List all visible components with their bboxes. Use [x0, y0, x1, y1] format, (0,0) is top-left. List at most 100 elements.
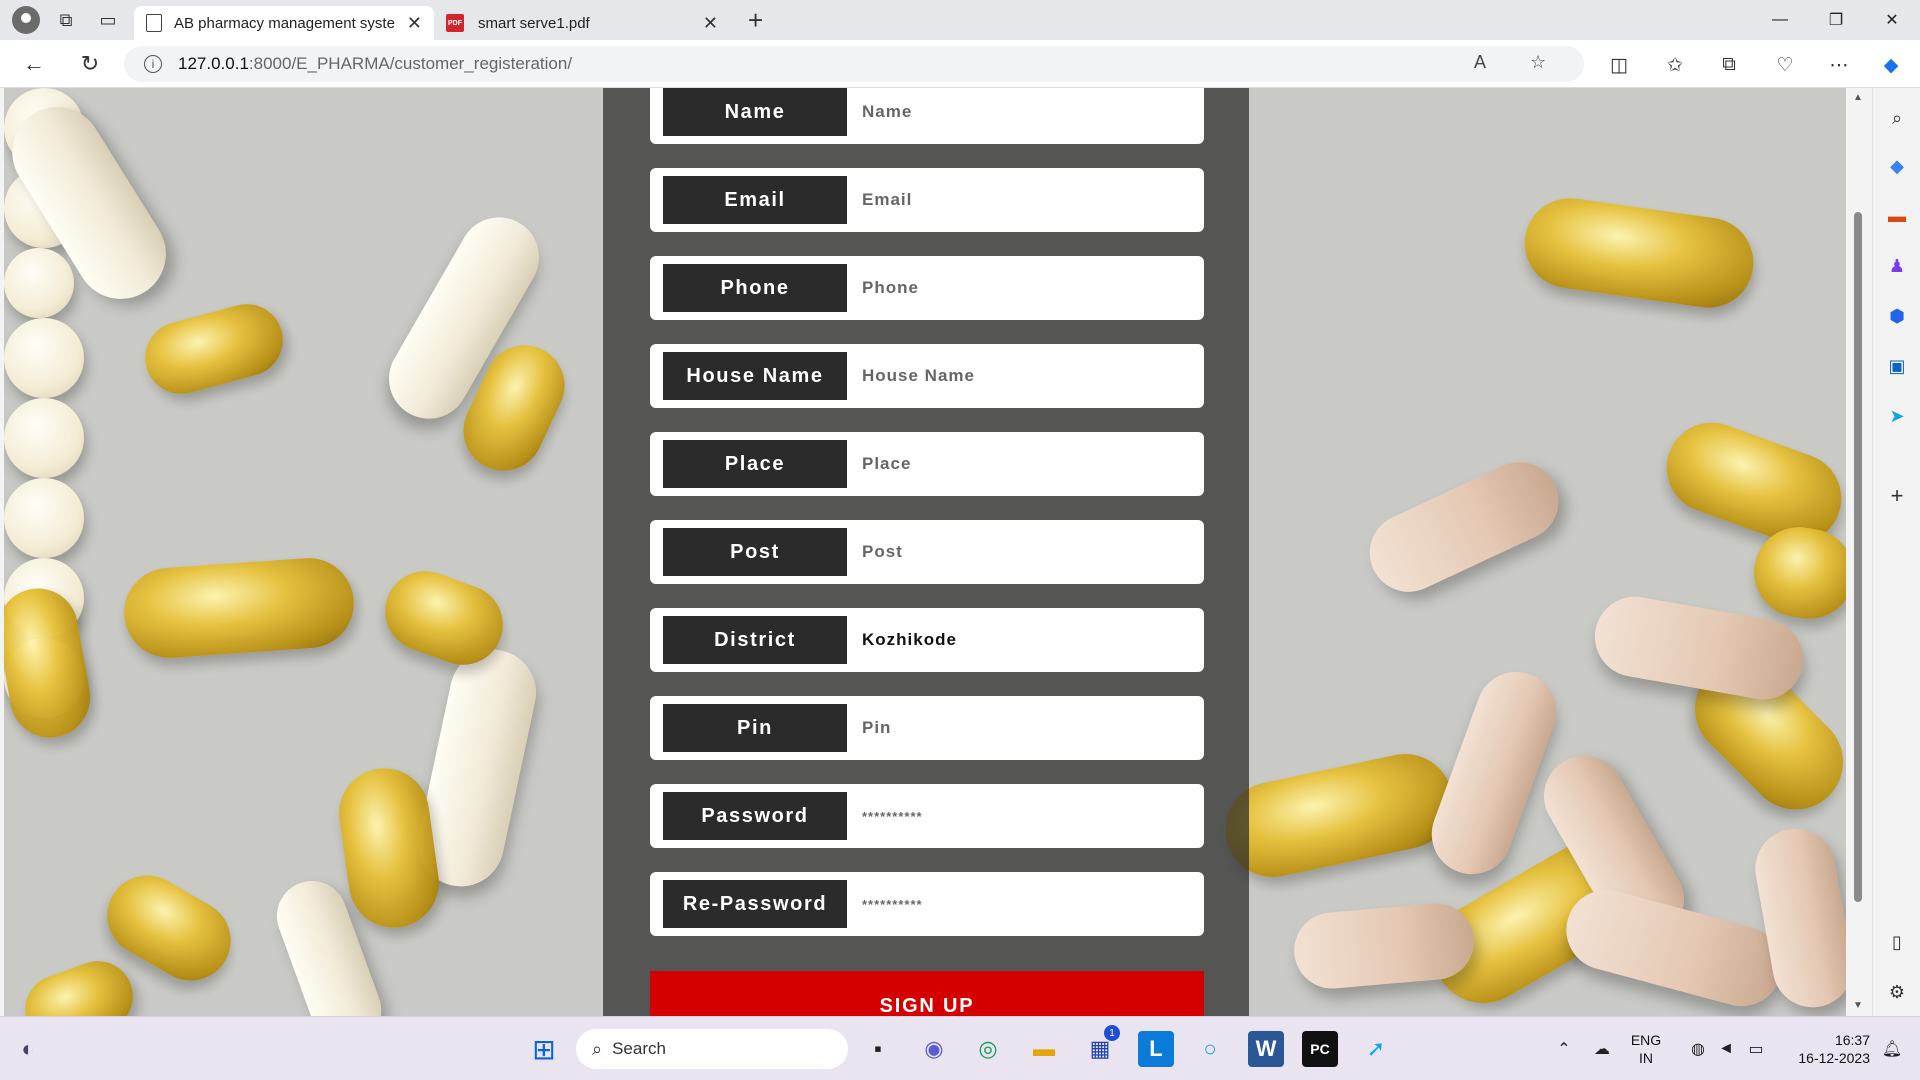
- re-password-label: Re-Password: [663, 880, 847, 928]
- district-row: District: [650, 608, 1204, 672]
- battery-icon[interactable]: ▭: [1738, 1031, 1774, 1067]
- chat-icon[interactable]: ◉: [916, 1031, 952, 1067]
- page-viewport: Name Email Phone House Name Place Post D…: [4, 88, 1846, 1016]
- more-icon[interactable]: ⋯: [1824, 50, 1854, 80]
- name-input[interactable]: [847, 88, 1204, 136]
- district-label: District: [663, 616, 847, 664]
- minimize-icon[interactable]: —: [1752, 0, 1808, 40]
- clock[interactable]: 16:37 16-12-2023: [1778, 1031, 1870, 1067]
- tab-strip: ⧉ ▭ AB pharmacy management syste ✕ PDF s…: [0, 0, 1920, 40]
- word-icon[interactable]: W: [1248, 1031, 1284, 1067]
- email-label: Email: [663, 176, 847, 224]
- close-icon[interactable]: ✕: [703, 13, 718, 34]
- tab-pharmacy[interactable]: AB pharmacy management syste ✕: [134, 6, 434, 40]
- post-label: Post: [663, 528, 847, 576]
- tab-title: smart serve1.pdf: [478, 14, 590, 32]
- file-explorer-icon[interactable]: ▬: [1026, 1031, 1062, 1067]
- scroll-up-icon[interactable]: ▲: [1853, 92, 1863, 103]
- password-label: Password: [663, 792, 847, 840]
- copilot-icon[interactable]: ◆: [1876, 50, 1906, 80]
- close-icon[interactable]: ✕: [407, 13, 422, 34]
- phone-input[interactable]: [847, 264, 1204, 312]
- tab-title: AB pharmacy management syste: [174, 14, 395, 32]
- cortana-icon[interactable]: ○: [1192, 1031, 1228, 1067]
- page-scrollbar[interactable]: ▲ ▼: [1846, 88, 1870, 1016]
- pycharm-icon[interactable]: PC: [1302, 1031, 1338, 1067]
- restore-icon[interactable]: ❐: [1808, 0, 1864, 40]
- email-row: Email: [650, 168, 1204, 232]
- l-app-icon[interactable]: L: [1138, 1031, 1174, 1067]
- favorites-icon[interactable]: ✩: [1660, 50, 1690, 80]
- search-icon: ⌕: [592, 1038, 603, 1059]
- notification-bell-icon[interactable]: 🔔︎: [1874, 1031, 1910, 1067]
- scroll-thumb[interactable]: [1854, 212, 1862, 902]
- pin-label: Pin: [663, 704, 847, 752]
- house-name-input[interactable]: [847, 352, 1204, 400]
- vertical-tabs-icon[interactable]: ▭: [92, 4, 124, 36]
- phone-label: Phone: [663, 264, 847, 312]
- search-icon[interactable]: ⌕: [1883, 104, 1911, 132]
- post-row: Post: [650, 520, 1204, 584]
- url-path: :8000/E_PHARMA/customer_registeration/: [248, 54, 573, 73]
- password-row: Password: [650, 784, 1204, 848]
- pin-row: Pin: [650, 696, 1204, 760]
- page-icon: [146, 14, 162, 32]
- games-icon[interactable]: ♟: [1883, 252, 1911, 280]
- split-screen-icon[interactable]: ◫: [1604, 50, 1634, 80]
- sign-up-button[interactable]: SIGN UP: [650, 971, 1204, 1016]
- post-input[interactable]: [847, 528, 1204, 576]
- info-icon[interactable]: i: [144, 55, 162, 73]
- house-name-label: House Name: [663, 352, 847, 400]
- name-row: Name: [650, 88, 1204, 144]
- url-host: 127.0.0.1: [178, 54, 249, 73]
- close-window-icon[interactable]: ✕: [1864, 0, 1920, 40]
- new-tab-icon[interactable]: +: [748, 5, 763, 36]
- name-label: Name: [663, 88, 847, 136]
- email-input[interactable]: [847, 176, 1204, 224]
- scroll-down-icon[interactable]: ▼: [1853, 1000, 1863, 1011]
- clock-time: 16:37: [1834, 1032, 1870, 1048]
- edge-icon[interactable]: ◎: [970, 1031, 1006, 1067]
- tab-pdf[interactable]: PDF smart serve1.pdf ✕: [434, 6, 730, 40]
- add-icon[interactable]: +: [1883, 482, 1911, 510]
- collections-icon[interactable]: ⧉: [1714, 50, 1744, 80]
- browser-essentials-icon[interactable]: ♡: [1770, 50, 1800, 80]
- shopping-icon[interactable]: ◆: [1883, 152, 1911, 180]
- store-badge: 1: [1104, 1025, 1120, 1041]
- profile-icon[interactable]: [12, 6, 40, 34]
- network-icon[interactable]: ☁: [1584, 1031, 1620, 1067]
- pin-input[interactable]: [847, 704, 1204, 752]
- outlook-icon[interactable]: ▣: [1883, 352, 1911, 380]
- re-password-row: Re-Password: [650, 872, 1204, 936]
- task-view-icon[interactable]: ▪: [860, 1031, 896, 1067]
- settings-icon[interactable]: ⚙: [1883, 978, 1911, 1006]
- pdf-icon: PDF: [446, 14, 464, 32]
- workspaces-icon[interactable]: ⧉: [50, 4, 82, 36]
- language-line2: IN: [1639, 1050, 1653, 1066]
- sidebar-toggle-icon[interactable]: ▯: [1883, 928, 1911, 956]
- re-password-input[interactable]: [847, 880, 1204, 928]
- password-input[interactable]: [847, 792, 1204, 840]
- microsoft365-icon[interactable]: ⬢: [1883, 302, 1911, 330]
- star-icon[interactable]: ☆: [1530, 52, 1546, 73]
- read-aloud-icon[interactable]: A: [1474, 52, 1486, 73]
- chevron-up-icon[interactable]: ⌃: [1546, 1031, 1582, 1067]
- send-icon[interactable]: ➤: [1883, 402, 1911, 430]
- district-select[interactable]: [847, 616, 1204, 664]
- search-label: Search: [612, 1039, 666, 1058]
- feedback-icon[interactable]: ➚: [1358, 1031, 1394, 1067]
- start-icon[interactable]: ⊞: [526, 1031, 562, 1067]
- place-label: Place: [663, 440, 847, 488]
- url-field[interactable]: i 127.0.0.1:8000/E_PHARMA/customer_regis…: [124, 46, 1584, 82]
- widgets-icon[interactable]: ◐: [10, 1031, 46, 1067]
- store-icon[interactable]: ▦ 1: [1082, 1025, 1120, 1067]
- refresh-icon[interactable]: ↻: [70, 44, 110, 84]
- place-row: Place: [650, 432, 1204, 496]
- back-arrow-icon[interactable]: ←: [14, 44, 54, 84]
- tools-icon[interactable]: ▬: [1883, 202, 1911, 230]
- taskbar-search[interactable]: ⌕ Search: [576, 1029, 848, 1069]
- house-name-row: House Name: [650, 344, 1204, 408]
- language-indicator[interactable]: ENG IN: [1624, 1031, 1668, 1067]
- place-input[interactable]: [847, 440, 1204, 488]
- phone-row: Phone: [650, 256, 1204, 320]
